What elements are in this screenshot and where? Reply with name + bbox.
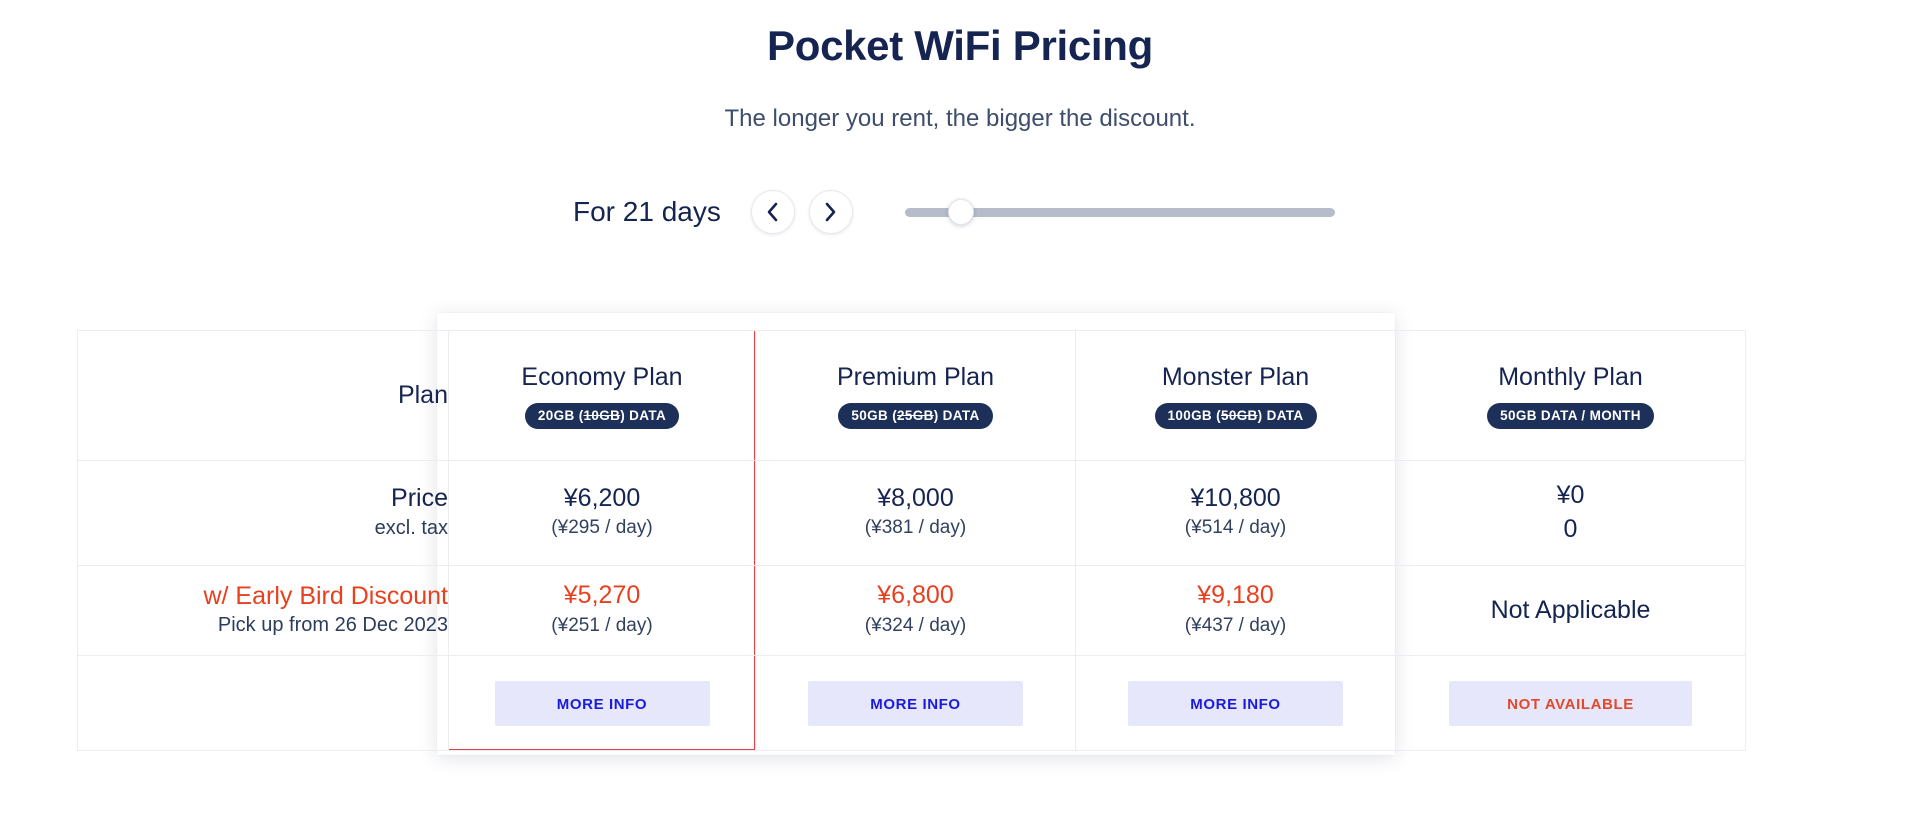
plan-cell-monster: Monster Plan 100GB (50GB) DATA xyxy=(1075,330,1396,461)
plan-data-badge: 50GB (25GB) DATA xyxy=(838,403,993,429)
price-cell-monster: ¥10,800 (¥514 / day) xyxy=(1075,460,1396,566)
row-label-price: Price excl. tax xyxy=(77,460,449,566)
plan-name: Economy Plan xyxy=(521,363,683,391)
price-amount: ¥10,800 xyxy=(1190,483,1281,512)
discount-per-day: (¥324 / day) xyxy=(864,614,967,636)
price-per-day: 0 xyxy=(1563,515,1578,543)
discount-amount: ¥9,180 xyxy=(1197,581,1274,610)
price-amount: ¥8,000 xyxy=(877,483,954,512)
table-row-actions: MORE INFO MORE INFO MORE INFO NOT AVAILA… xyxy=(77,655,1746,751)
discount-cell-premium: ¥6,800 (¥324 / day) xyxy=(755,565,1076,656)
price-per-day: (¥295 / day) xyxy=(551,517,653,539)
row-label-price-text: Price xyxy=(391,484,448,513)
pricing-table-container: Plan Economy Plan 20GB (10GB) DATA Premi… xyxy=(77,330,1746,751)
plan-cell-monthly: Monthly Plan 50GB DATA / MONTH xyxy=(1395,330,1746,461)
duration-controls: For 21 days xyxy=(0,186,1920,238)
discount-amount: ¥6,800 xyxy=(877,581,954,610)
table-row-plan: Plan Economy Plan 20GB (10GB) DATA Premi… xyxy=(77,330,1746,461)
table-row-price: Price excl. tax ¥6,200 (¥295 / day) ¥8,0… xyxy=(77,460,1746,566)
discount-per-day: (¥437 / day) xyxy=(1184,614,1287,636)
row-label-price-subtext: excl. tax xyxy=(374,516,448,539)
row-label-plan: Plan xyxy=(77,330,449,461)
action-cell-monthly: NOT AVAILABLE xyxy=(1395,655,1746,751)
discount-cell-economy: ¥5,270 (¥251 / day) xyxy=(448,565,756,656)
page-title: Pocket WiFi Pricing xyxy=(767,22,1153,69)
price-cell-economy: ¥6,200 (¥295 / day) xyxy=(448,460,756,566)
plan-cell-premium: Premium Plan 50GB (25GB) DATA xyxy=(755,330,1076,461)
pricing-page: Pocket WiFi Pricing The longer you rent,… xyxy=(0,0,1920,819)
plan-name: Monster Plan xyxy=(1161,363,1310,391)
plan-data-badge: 100GB (50GB) DATA xyxy=(1154,403,1317,429)
page-subtitle: The longer you rent, the bigger the disc… xyxy=(724,105,1196,132)
discount-cell-monthly: Not Applicable xyxy=(1395,565,1746,656)
discount-not-applicable: Not Applicable xyxy=(1490,596,1651,624)
plan-data-badge: 20GB (10GB) DATA xyxy=(524,403,680,429)
price-amount: ¥6,200 xyxy=(563,483,641,512)
plan-data-badge: 50GB DATA / MONTH xyxy=(1487,403,1654,429)
discount-cell-monster: ¥9,180 (¥437 / day) xyxy=(1075,565,1396,656)
not-available-button-monthly: NOT AVAILABLE xyxy=(1449,680,1692,726)
row-label-actions xyxy=(77,655,449,751)
action-cell-economy: MORE INFO xyxy=(448,655,756,751)
more-info-button-premium[interactable]: MORE INFO xyxy=(808,680,1023,726)
price-cell-monthly: ¥0 0 xyxy=(1395,460,1746,566)
plan-cell-economy: Economy Plan 20GB (10GB) DATA xyxy=(448,330,756,461)
row-label-plan-text: Plan xyxy=(397,381,448,410)
price-per-day: (¥381 / day) xyxy=(864,517,967,539)
discount-per-day: (¥251 / day) xyxy=(551,614,653,636)
pricing-table: Plan Economy Plan 20GB (10GB) DATA Premi… xyxy=(77,330,1746,751)
row-label-discount-subtext: Pick up from 26 Dec 2023 xyxy=(217,614,448,637)
duration-label: For 21 days xyxy=(573,196,721,227)
plan-name: Premium Plan xyxy=(837,363,994,391)
action-cell-premium: MORE INFO xyxy=(755,655,1076,751)
table-row-discount: w/ Early Bird Discount Pick up from 26 D… xyxy=(77,565,1746,656)
row-label-discount-text: w/ Early Bird Discount xyxy=(203,581,448,610)
chevron-right-icon xyxy=(824,202,837,222)
chevron-left-icon xyxy=(766,202,779,222)
row-label-discount: w/ Early Bird Discount Pick up from 26 D… xyxy=(77,565,449,656)
duration-slider[interactable] xyxy=(904,199,1335,225)
plan-name: Monthly Plan xyxy=(1498,363,1643,391)
next-duration-button[interactable] xyxy=(808,190,853,234)
price-per-day: (¥514 / day) xyxy=(1184,517,1287,539)
price-cell-premium: ¥8,000 (¥381 / day) xyxy=(755,460,1076,566)
discount-amount: ¥5,270 xyxy=(563,581,641,610)
more-info-button-monster[interactable]: MORE INFO xyxy=(1128,680,1343,726)
more-info-button-economy[interactable]: MORE INFO xyxy=(494,680,710,726)
slider-thumb[interactable] xyxy=(947,199,974,225)
price-amount: ¥0 xyxy=(1556,481,1585,510)
prev-duration-button[interactable] xyxy=(750,190,795,234)
action-cell-monster: MORE INFO xyxy=(1075,655,1396,751)
